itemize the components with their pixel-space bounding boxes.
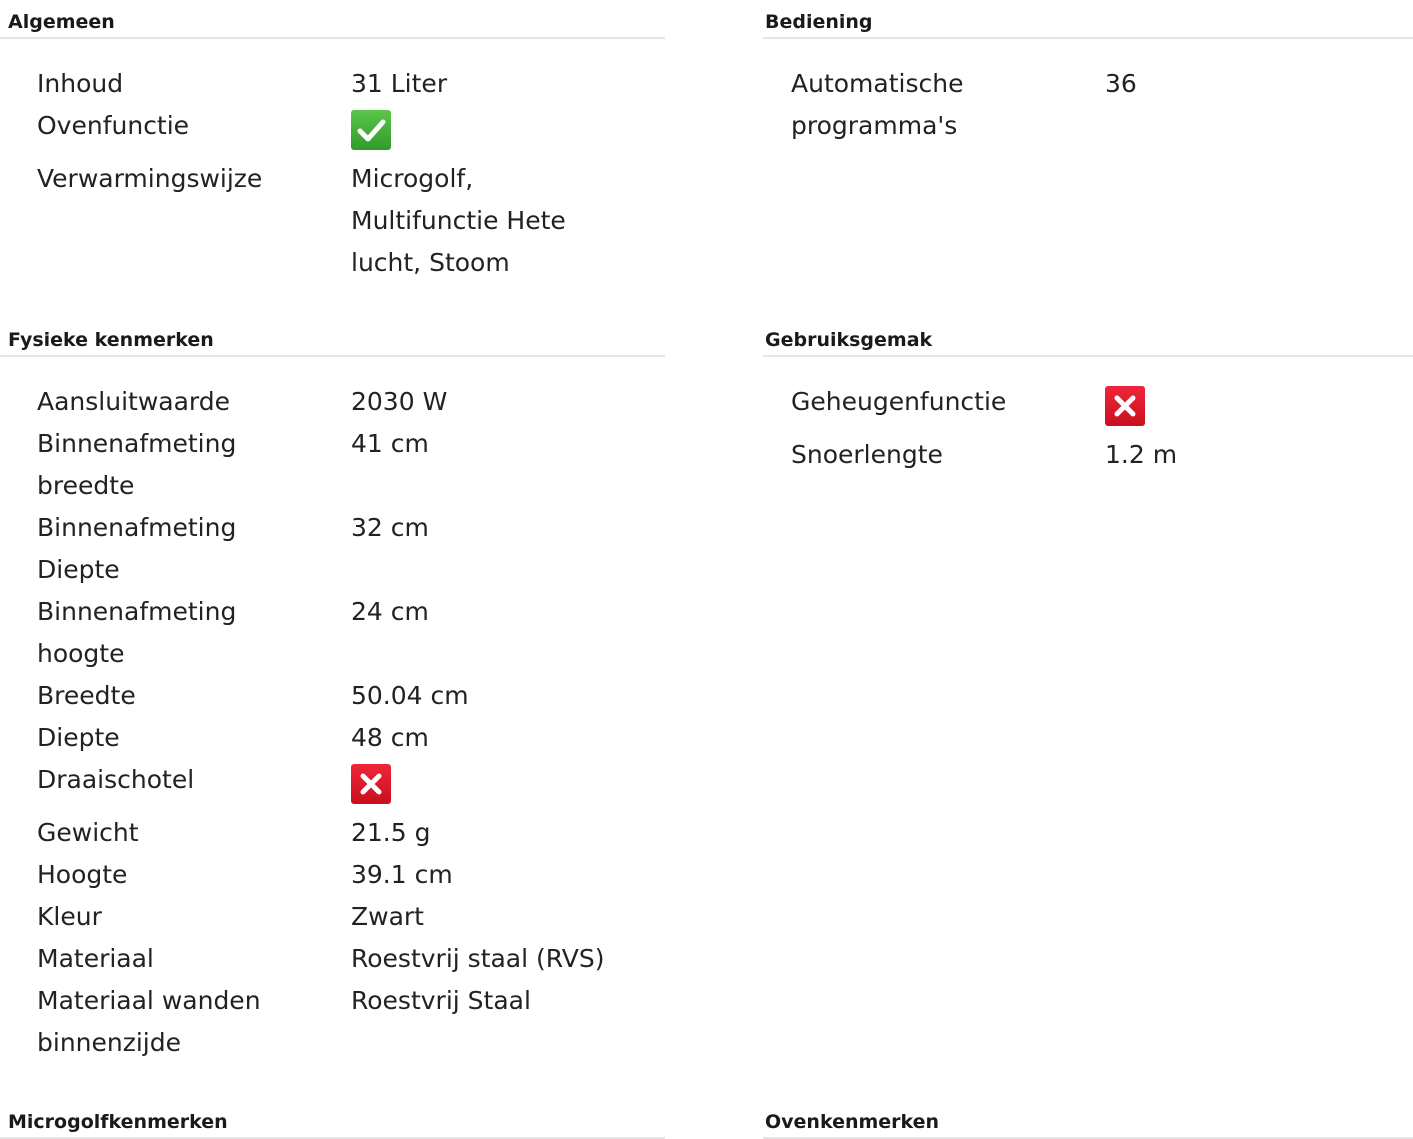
spec-label: Materiaal xyxy=(37,944,154,973)
spec-label: Binnenafmeting hoogte xyxy=(37,597,237,668)
spec-row: Binnenafmeting Diepte 32 cm xyxy=(37,507,665,591)
section-algemeen: Algemeen Inhoud 31 Liter Ovenfunctie Ver… xyxy=(0,0,665,284)
spec-label: Materiaal wanden binnenzijde xyxy=(37,986,261,1057)
section-title: Bediening xyxy=(763,10,1413,39)
spec-value: Roestvrij Staal xyxy=(351,986,531,1015)
spec-label: Hoogte xyxy=(37,860,128,889)
spec-row: Geheugenfunctie xyxy=(791,381,1413,434)
section-ovenkenmerken: Ovenkenmerken xyxy=(763,1100,1413,1139)
section-microgolfkenmerken: Microgolfkenmerken xyxy=(0,1100,665,1139)
spec-value: 31 Liter xyxy=(351,69,448,98)
spec-row: Materiaal Roestvrij staal (RVS) xyxy=(37,938,665,980)
spec-value: 50.04 cm xyxy=(351,681,469,710)
spec-label: Automatische programma's xyxy=(791,69,964,140)
section-title: Microgolfkenmerken xyxy=(0,1110,665,1139)
spec-row: Hoogte 39.1 cm xyxy=(37,854,665,896)
spec-label: Kleur xyxy=(37,902,102,931)
cross-icon xyxy=(351,764,391,804)
spec-value: 24 cm xyxy=(351,597,429,626)
spec-label: Gewicht xyxy=(37,818,139,847)
spec-value: 1.2 m xyxy=(1105,440,1178,469)
spec-row: Aansluitwaarde 2030 W xyxy=(37,381,665,423)
spec-value: Microgolf, Multifunctie Hete lucht, Stoo… xyxy=(351,164,566,277)
spec-label: Geheugenfunctie xyxy=(791,387,1007,416)
section-title: Algemeen xyxy=(0,10,665,39)
spec-label: Breedte xyxy=(37,681,136,710)
spec-row: Materiaal wanden binnenzijde Roestvrij S… xyxy=(37,980,665,1064)
spec-value: 41 cm xyxy=(351,429,429,458)
spec-label: Diepte xyxy=(37,723,120,752)
section-gebruiksgemak: Gebruiksgemak Geheugenfunctie Snoerlengt… xyxy=(763,318,1413,476)
spec-value: 21.5 g xyxy=(351,818,431,847)
spec-row: Binnenafmeting breedte 41 cm xyxy=(37,423,665,507)
section-bediening: Bediening Automatische programma's 36 xyxy=(763,0,1413,147)
spec-row: Verwarmingswijze Microgolf, Multifunctie… xyxy=(37,158,665,284)
section-title: Gebruiksgemak xyxy=(763,328,1413,357)
spec-row: Gewicht 21.5 g xyxy=(37,812,665,854)
spec-label: Aansluitwaarde xyxy=(37,387,231,416)
cross-icon xyxy=(1105,386,1145,426)
spec-row: Kleur Zwart xyxy=(37,896,665,938)
spec-value: 36 xyxy=(1105,69,1137,98)
section-title: Ovenkenmerken xyxy=(763,1110,1413,1139)
spec-label: Snoerlengte xyxy=(791,440,943,469)
spec-row: Inhoud 31 Liter xyxy=(37,63,665,105)
spec-label: Binnenafmeting breedte xyxy=(37,429,237,500)
spec-row: Snoerlengte 1.2 m xyxy=(791,434,1413,476)
spec-row: Binnenafmeting hoogte 24 cm xyxy=(37,591,665,675)
spec-label: Verwarmingswijze xyxy=(37,164,263,193)
section-fysieke-kenmerken: Fysieke kenmerken Aansluitwaarde 2030 W … xyxy=(0,318,665,1064)
section-title: Fysieke kenmerken xyxy=(0,328,665,357)
check-icon xyxy=(351,110,391,150)
spec-label: Binnenafmeting Diepte xyxy=(37,513,237,584)
spec-label: Draaischotel xyxy=(37,765,195,794)
spec-value: Roestvrij staal (RVS) xyxy=(351,944,605,973)
spec-value: 32 cm xyxy=(351,513,429,542)
spec-row: Ovenfunctie xyxy=(37,105,665,158)
spec-value: 48 cm xyxy=(351,723,429,752)
spec-row: Breedte 50.04 cm xyxy=(37,675,665,717)
spec-value: 2030 W xyxy=(351,387,448,416)
spec-value: 39.1 cm xyxy=(351,860,453,889)
spec-label: Ovenfunctie xyxy=(37,111,190,140)
spec-label: Inhoud xyxy=(37,69,124,98)
spec-value: Zwart xyxy=(351,902,424,931)
spec-row: Draaischotel xyxy=(37,759,665,812)
spec-row: Automatische programma's 36 xyxy=(791,63,1413,147)
spec-row: Diepte 48 cm xyxy=(37,717,665,759)
